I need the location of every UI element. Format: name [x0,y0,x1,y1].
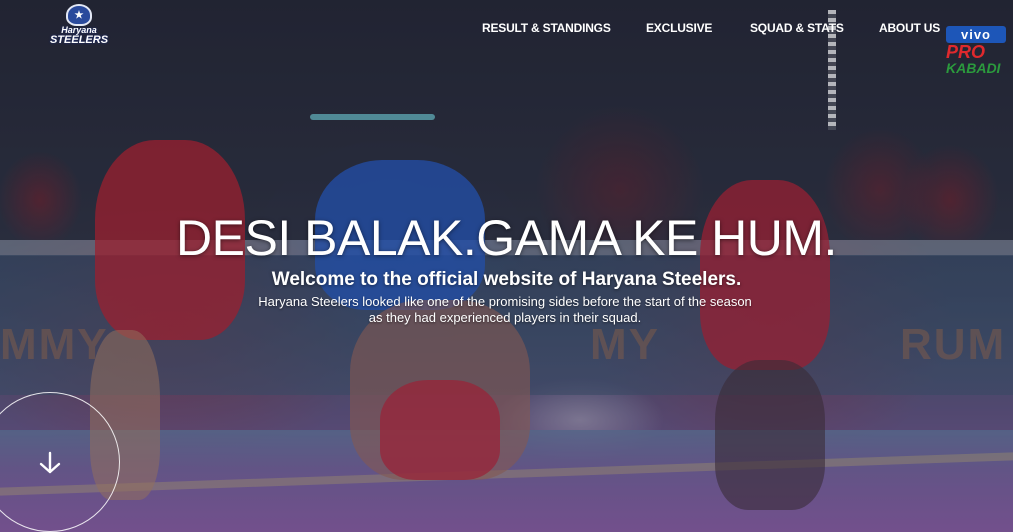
hero-headline: DESI BALAK.GAMA KE HUM. [176,210,837,266]
vivo-wordmark: vivo [946,26,1006,43]
kabaddi-wordmark: KABADI [946,60,1001,76]
vivo-pro-kabaddi-logo: vivo PRO KABADI [946,26,1006,82]
arrow-down-icon[interactable] [37,450,63,476]
nav-item-about-us[interactable]: ABOUT US [879,21,940,35]
nav-item-exclusive[interactable]: EXCLUSIVE [646,21,712,35]
hero-subtitle: Welcome to the official website of Harya… [271,269,742,290]
nav-item-result-standings[interactable]: RESULT & STANDINGS [482,21,611,35]
hero-overlay [0,0,1013,532]
main-nav: RESULT & STANDINGS EXCLUSIVE SQUAD & STA… [0,21,1013,39]
hero-description: Haryana Steelers looked like one of the … [258,294,752,325]
pro-wordmark: PRO [946,42,986,62]
nav-item-squad-stats[interactable]: SQUAD & STATS [750,21,844,35]
hero-background: MMY MY RUM [0,0,1013,532]
